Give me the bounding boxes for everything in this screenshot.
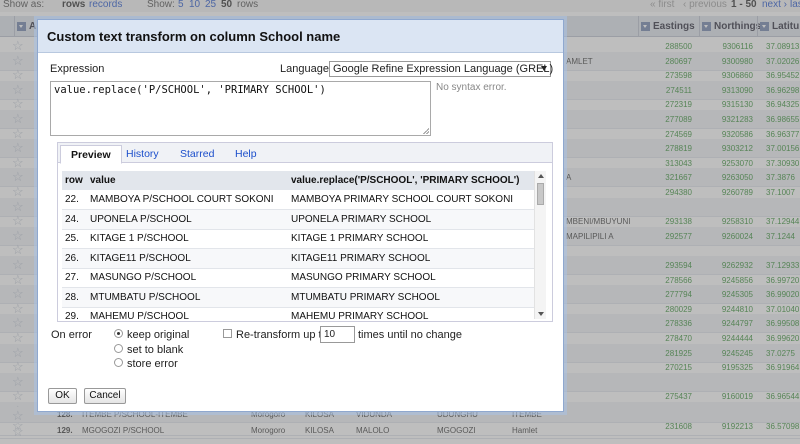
- preview-cell-row: 25.: [62, 229, 87, 249]
- preview-row: 27. MASUNGO P/SCHOOL MASUNGO PRIMARY SCHOO…: [62, 268, 534, 288]
- preview-cell-result: MTUMBATU PRIMARY SCHOOL: [288, 287, 534, 308]
- preview-header-value: value: [87, 171, 288, 190]
- keep-original-label: keep original: [127, 329, 190, 341]
- language-select[interactable]: Google Refine Expression Language (GREL): [329, 61, 554, 77]
- times-until-label: times until no change: [358, 329, 462, 341]
- preview-cell-row: 24.: [62, 209, 87, 230]
- preview-row: 26. KITAGE11 P/SCHOOL KITAGE11 PRIMARY SCH…: [62, 248, 534, 269]
- syntax-status: No syntax error.: [436, 82, 507, 93]
- expression-text: value.replace('P/SCHOOL', 'PRIMARY SCHOO…: [54, 84, 326, 96]
- preview-header-row: row: [62, 171, 87, 190]
- preview-cell-value: KITAGE11 P/SCHOOL: [87, 248, 288, 269]
- cancel-button[interactable]: Cancel: [84, 388, 126, 404]
- ok-button[interactable]: OK: [48, 388, 77, 404]
- preview-cell-row: 28.: [62, 287, 87, 308]
- tab-history[interactable]: History: [126, 147, 159, 164]
- preview-cell-value: MTUMBATU P/SCHOOL: [87, 287, 288, 308]
- preview-cell-row: 27.: [62, 268, 87, 288]
- preview-cell-value: UPONELA P/SCHOOL: [87, 209, 288, 230]
- tab-preview[interactable]: Preview: [60, 145, 122, 164]
- preview-row: 24. UPONELA P/SCHOOL UPONELA PRIMARY SCHOO…: [62, 209, 534, 230]
- preview-cell-row: 26.: [62, 248, 87, 269]
- store-error-radio[interactable]: [114, 358, 123, 367]
- retransform-checkbox[interactable]: [223, 329, 232, 338]
- tab-bar: Preview History Starred Help: [58, 143, 552, 164]
- preview-cell-result: MASUNGO PRIMARY SCHOOL: [288, 268, 534, 288]
- retransform-times-input[interactable]: 10: [320, 326, 355, 343]
- preview-scroll-area[interactable]: row value value.replace('P/SCHOOL', 'PRI…: [62, 171, 546, 319]
- preview-cell-result: MAMBOYA PRIMARY SCHOOL COURT SOKONI: [288, 190, 534, 210]
- scroll-down-icon[interactable]: [538, 312, 544, 316]
- tab-starred[interactable]: Starred: [180, 147, 214, 164]
- scroll-up-icon[interactable]: [538, 174, 544, 178]
- scrollbar-thumb[interactable]: [537, 183, 544, 205]
- custom-transform-dialog: Custom text transform on column School n…: [37, 19, 564, 412]
- expression-label: Expression: [50, 63, 105, 75]
- language-label: Language: [280, 63, 329, 75]
- preview-cell-value: MASUNGO P/SCHOOL: [87, 268, 288, 288]
- preview-cell-value: KITAGE 1 P/SCHOOL: [87, 229, 288, 249]
- preview-cell-result: KITAGE11 PRIMARY SCHOOL: [288, 248, 534, 269]
- preview-cell-value: MAHEMU P/SCHOOL: [87, 307, 288, 319]
- chevron-down-icon: [541, 66, 547, 71]
- preview-header-result: value.replace('P/SCHOOL', 'PRIMARY SCHOO…: [288, 171, 534, 190]
- expression-tabs-panel: Preview History Starred Help row value v…: [57, 142, 553, 322]
- preview-cell-value: MAMBOYA P/SCHOOL COURT SOKONI: [87, 190, 288, 210]
- preview-row: 22. MAMBOYA P/SCHOOL COURT SOKONI MAMBOYA …: [62, 190, 534, 210]
- keep-original-radio[interactable]: [114, 329, 123, 338]
- preview-cell-result: MAHEMU PRIMARY SCHOOL: [288, 307, 534, 319]
- dialog-title: Custom text transform on column School n…: [38, 20, 563, 53]
- on-error-label: On error: [51, 329, 92, 341]
- retransform-label: Re-transform up to: [236, 329, 328, 341]
- store-error-label: store error: [127, 358, 178, 370]
- expression-textarea[interactable]: value.replace('P/SCHOOL', 'PRIMARY SCHOO…: [50, 81, 431, 136]
- preview-table: row value value.replace('P/SCHOOL', 'PRI…: [62, 171, 534, 319]
- language-select-value: Google Refine Expression Language (GREL): [333, 63, 554, 75]
- preview-row: 25. KITAGE 1 P/SCHOOL KITAGE 1 PRIMARY SCH…: [62, 229, 534, 249]
- preview-scrollbar[interactable]: [534, 171, 546, 319]
- preview-cell-result: KITAGE 1 PRIMARY SCHOOL: [288, 229, 534, 249]
- set-to-blank-radio[interactable]: [114, 344, 123, 353]
- preview-cell-result: UPONELA PRIMARY SCHOOL: [288, 209, 534, 230]
- resize-grip-icon[interactable]: [423, 128, 429, 134]
- preview-row: 29. MAHEMU P/SCHOOL MAHEMU PRIMARY SCHOOL: [62, 307, 534, 319]
- preview-row: 28. MTUMBATU P/SCHOOL MTUMBATU PRIMARY SCH…: [62, 287, 534, 308]
- tab-help[interactable]: Help: [235, 147, 257, 164]
- preview-cell-row: 22.: [62, 190, 87, 210]
- preview-cell-row: 29.: [62, 307, 87, 319]
- set-to-blank-label: set to blank: [127, 344, 184, 356]
